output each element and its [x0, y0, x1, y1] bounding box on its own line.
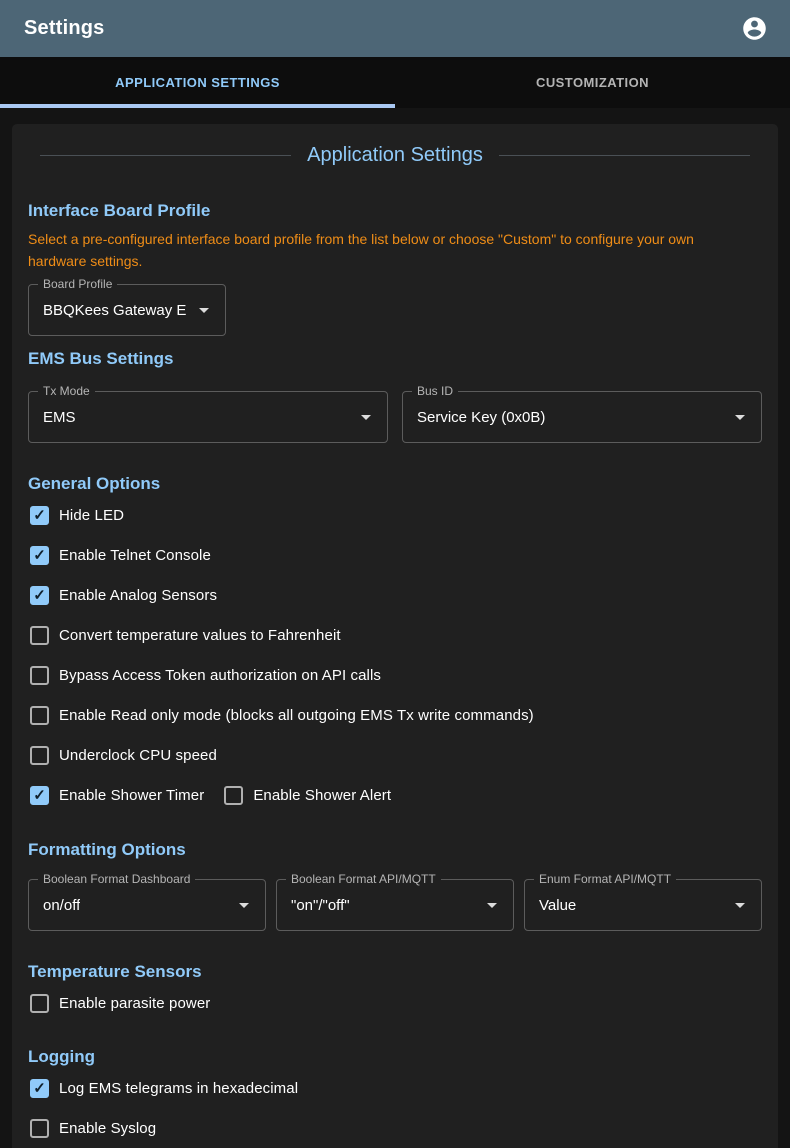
checkbox-row: Enable Read only mode (blocks all outgoi…: [28, 695, 762, 735]
tab-application-settings[interactable]: APPLICATION SETTINGS: [0, 57, 395, 108]
enum-format-api-mqtt-select[interactable]: Enum Format API/MQTT Value: [524, 879, 762, 931]
checkbox-enable-telnet-console[interactable]: [30, 546, 49, 565]
checkbox-row: Convert temperature values to Fahrenheit: [28, 615, 762, 655]
checkbox-row-shower: Enable Shower Timer Enable Shower Alert: [28, 775, 762, 815]
checkbox-label: Enable Shower Alert: [253, 787, 391, 804]
select-value: Value: [539, 897, 576, 914]
checkbox-label: Hide LED: [59, 507, 124, 524]
checkbox-label: Enable parasite power: [59, 995, 210, 1012]
checkbox-label: Convert temperature values to Fahrenheit: [59, 627, 341, 644]
app-bar: Settings: [0, 0, 790, 57]
select-value: BBQKees Gateway E32: [43, 302, 187, 319]
checkbox-enable-analog-sensors[interactable]: [30, 586, 49, 605]
temperature-options-list: Enable parasite power: [28, 983, 762, 1023]
tab-bar: APPLICATION SETTINGS CUSTOMIZATION: [0, 57, 790, 108]
checkbox-row: Enable Analog Sensors: [28, 575, 762, 615]
checkbox-row: Log EMS telegrams in hexadecimal: [28, 1068, 762, 1108]
checkbox-row: Enable parasite power: [28, 983, 762, 1023]
checkbox-hide-led[interactable]: [30, 506, 49, 525]
select-label: Bus ID: [412, 384, 458, 399]
dropdown-arrow-icon: [361, 415, 371, 420]
checkbox-convert-fahrenheit[interactable]: [30, 626, 49, 645]
checkbox-row: Enable Syslog: [28, 1108, 762, 1148]
card-title-row: Application Settings: [40, 142, 750, 168]
dropdown-arrow-icon: [199, 308, 209, 313]
board-profile-description: Select a pre-configured interface board …: [28, 229, 743, 272]
section-logging: Logging Log EMS telegrams in hexadecimal…: [28, 1046, 762, 1148]
section-heading: General Options: [28, 473, 762, 494]
section-temperature-sensors: Temperature Sensors Enable parasite powe…: [28, 961, 762, 1023]
select-label: Board Profile: [38, 277, 117, 292]
checkbox-enable-syslog[interactable]: [30, 1119, 49, 1138]
bus-id-select[interactable]: Bus ID Service Key (0x0B): [402, 391, 762, 443]
checkbox-label: Enable Shower Timer: [59, 787, 204, 804]
section-heading: Interface Board Profile: [28, 200, 762, 221]
general-options-list: Hide LED Enable Telnet Console Enable An…: [28, 495, 762, 815]
boolean-format-api-mqtt-select[interactable]: Boolean Format API/MQTT "on"/"off": [276, 879, 514, 931]
section-heading: Temperature Sensors: [28, 961, 762, 982]
checkbox-row: Hide LED: [28, 495, 762, 535]
tab-label: CUSTOMIZATION: [536, 75, 649, 90]
dropdown-arrow-icon: [735, 903, 745, 908]
checkbox-label: Bypass Access Token authorization on API…: [59, 667, 381, 684]
select-label: Boolean Format API/MQTT: [286, 872, 441, 887]
checkbox-label: Enable Analog Sensors: [59, 587, 217, 604]
tx-mode-select[interactable]: Tx Mode EMS: [28, 391, 388, 443]
section-heading: EMS Bus Settings: [28, 348, 762, 369]
tab-label: APPLICATION SETTINGS: [115, 75, 280, 90]
checkbox-underclock-cpu[interactable]: [30, 746, 49, 765]
dropdown-arrow-icon: [735, 415, 745, 420]
logging-options-list: Log EMS telegrams in hexadecimal Enable …: [28, 1068, 762, 1148]
checkbox-label: Underclock CPU speed: [59, 747, 217, 764]
checkbox-enable-shower-alert[interactable]: [224, 786, 243, 805]
select-label: Boolean Format Dashboard: [38, 872, 195, 887]
formatting-select-row: Boolean Format Dashboard on/off Boolean …: [28, 879, 762, 931]
ems-bus-select-row: Tx Mode EMS Bus ID Service Key (0x0B): [28, 391, 762, 443]
select-value: "on"/"off": [291, 897, 350, 914]
checkbox-label: Enable Read only mode (blocks all outgoi…: [59, 707, 534, 724]
section-ems-bus: EMS Bus Settings Tx Mode EMS Bus ID Serv…: [28, 348, 762, 443]
checkbox-row: Underclock CPU speed: [28, 735, 762, 775]
board-profile-select[interactable]: Board Profile BBQKees Gateway E32: [28, 284, 226, 336]
select-value: Service Key (0x0B): [417, 409, 545, 426]
select-value: EMS: [43, 409, 76, 426]
section-heading: Formatting Options: [28, 839, 762, 860]
section-board-profile: Interface Board Profile Select a pre-con…: [28, 200, 762, 336]
section-heading: Logging: [28, 1046, 762, 1067]
select-label: Enum Format API/MQTT: [534, 872, 676, 887]
checkbox-bypass-access-token[interactable]: [30, 666, 49, 685]
checkbox-read-only-mode[interactable]: [30, 706, 49, 725]
dropdown-arrow-icon: [487, 903, 497, 908]
checkbox-enable-parasite-power[interactable]: [30, 994, 49, 1013]
dropdown-arrow-icon: [239, 903, 249, 908]
checkbox-enable-shower-timer[interactable]: [30, 786, 49, 805]
section-formatting-options: Formatting Options Boolean Format Dashbo…: [28, 839, 762, 931]
divider-line: [499, 155, 750, 156]
tab-customization[interactable]: CUSTOMIZATION: [395, 57, 790, 108]
app-bar-title: Settings: [24, 17, 105, 40]
account-button[interactable]: [732, 7, 776, 51]
checkbox-label: Enable Telnet Console: [59, 547, 211, 564]
section-general-options: General Options Hide LED Enable Telnet C…: [28, 473, 762, 815]
account-circle-icon: [741, 15, 768, 42]
card-title: Application Settings: [291, 142, 499, 168]
shower-timer-item: Enable Shower Timer: [30, 786, 204, 805]
select-value: on/off: [43, 897, 80, 914]
checkbox-label: Enable Syslog: [59, 1120, 156, 1137]
checkbox-label: Log EMS telegrams in hexadecimal: [59, 1080, 298, 1097]
divider-line: [40, 155, 291, 156]
shower-alert-item: Enable Shower Alert: [224, 786, 391, 805]
select-label: Tx Mode: [38, 384, 95, 399]
checkbox-row: Enable Telnet Console: [28, 535, 762, 575]
boolean-format-dashboard-select[interactable]: Boolean Format Dashboard on/off: [28, 879, 266, 931]
checkbox-row: Bypass Access Token authorization on API…: [28, 655, 762, 695]
settings-card: Application Settings Interface Board Pro…: [12, 124, 778, 1148]
checkbox-log-ems-hexadecimal[interactable]: [30, 1079, 49, 1098]
